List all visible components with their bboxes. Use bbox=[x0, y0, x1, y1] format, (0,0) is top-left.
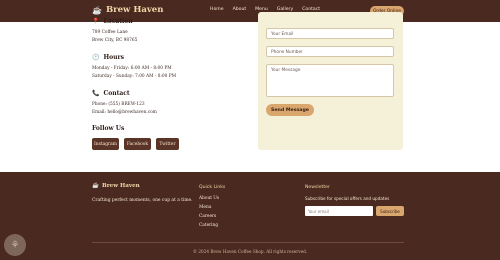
brand-name: Brew Haven bbox=[105, 5, 164, 15]
follow-us-heading: Follow Us bbox=[92, 125, 125, 132]
contact-email: Email: hello@brewhaven.com bbox=[92, 110, 157, 115]
footer-link-menu[interactable]: Menu bbox=[199, 205, 211, 210]
footer-brand-name: Brew Haven bbox=[101, 183, 140, 189]
footer-link-about[interactable]: About Us bbox=[199, 196, 219, 201]
newsletter-email-input[interactable]: Your email bbox=[305, 206, 373, 216]
top-nav: ☕ Brew Haven Home About Menu Gallery Con… bbox=[0, 0, 500, 22]
brand-logo[interactable]: ☕ Brew Haven bbox=[92, 5, 163, 15]
footer-link-careers[interactable]: Careers bbox=[199, 214, 216, 219]
phone-field[interactable]: Phone Number bbox=[266, 46, 394, 57]
watermark-logo-icon: ⚘ bbox=[4, 234, 26, 256]
footer-divider bbox=[92, 242, 404, 243]
phone-icon: 📞 bbox=[92, 90, 100, 97]
message-field[interactable]: Your Message bbox=[266, 64, 394, 97]
contact-title: Contact bbox=[103, 90, 130, 97]
coffee-cup-icon: ☕ bbox=[92, 5, 102, 15]
copyright: © 2024 Brew Haven Coffee Shop. All right… bbox=[192, 249, 308, 254]
contact-phone: Phone: (555) BREW-123 bbox=[92, 102, 145, 107]
footer bbox=[0, 172, 500, 260]
address-line-1: 789 Coffee Lane bbox=[92, 30, 128, 35]
twitter-button[interactable]: Twitter bbox=[156, 138, 179, 150]
coffee-cup-icon: ☕ bbox=[92, 183, 99, 189]
footer-tagline: Crafting perfect moments, one cup at a t… bbox=[92, 198, 193, 203]
email-field[interactable]: Your Email bbox=[266, 28, 394, 39]
clock-icon: 🕐 bbox=[92, 54, 100, 61]
subscribe-button[interactable]: Subscribe bbox=[376, 206, 404, 216]
footer-brand: ☕ Brew Haven bbox=[92, 183, 140, 189]
footer-link-catering[interactable]: Catering bbox=[199, 223, 218, 228]
newsletter-title: Newsletter bbox=[305, 185, 330, 190]
hours-weekday: Monday - Friday: 6:00 AM - 8:00 PM bbox=[92, 66, 172, 71]
contact-heading: 📞 Contact bbox=[92, 90, 242, 97]
location-heading: 📍 Location bbox=[92, 18, 242, 25]
map-pin-icon: 📍 bbox=[92, 18, 100, 25]
hours-title: Hours bbox=[103, 54, 125, 61]
hours-weekend: Saturday - Sunday: 7:00 AM - 8:00 PM bbox=[92, 74, 177, 79]
send-message-button[interactable]: Send Message bbox=[266, 104, 314, 116]
newsletter-text: Subscribe for special offers and updates bbox=[305, 196, 390, 201]
location-title: Location bbox=[103, 18, 133, 25]
contact-info: 📍 Location 789 Coffee Lane Brew City, BC… bbox=[92, 18, 242, 115]
quick-links-title: Quick Links bbox=[199, 185, 226, 190]
instagram-button[interactable]: Instagram bbox=[92, 138, 119, 150]
address-line-2: Brew City, BC 98765 bbox=[92, 38, 138, 43]
nav-link-home[interactable]: Home bbox=[210, 7, 224, 12]
facebook-button[interactable]: Facebook bbox=[124, 138, 151, 150]
hours-heading: 🕐 Hours bbox=[92, 54, 242, 61]
nav-link-about[interactable]: About bbox=[233, 7, 247, 12]
